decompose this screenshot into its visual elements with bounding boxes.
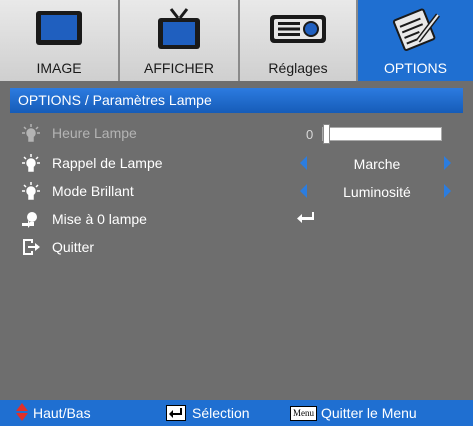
lamp-icon (20, 153, 42, 173)
tv-icon (120, 6, 238, 52)
enter-icon[interactable] (296, 211, 316, 230)
left-arrow-icon[interactable] (300, 184, 307, 198)
menu-item-label: Mise à 0 lampe (52, 211, 147, 227)
menu-item-label: Quitter (52, 239, 95, 255)
left-arrow-icon[interactable] (300, 156, 307, 170)
monitor-icon (0, 6, 118, 52)
footer-select-hint: Sélection (166, 400, 250, 426)
right-arrow-icon[interactable] (444, 184, 451, 198)
tab-label: Réglages (268, 60, 328, 76)
lamp-reset-icon (20, 209, 42, 229)
right-arrow-icon[interactable] (444, 156, 451, 170)
exit-icon (20, 237, 42, 257)
lamp-hours-value: 0 (306, 127, 314, 142)
lamp-hours-slider (322, 124, 442, 144)
footer-select-label: Sélection (192, 405, 250, 421)
projector-icon (240, 6, 356, 52)
menu-item-label: Rappel de Lampe (52, 155, 163, 171)
rappel-lampe-value: Marche (353, 156, 401, 172)
menu-item-label: Mode Brillant (52, 183, 134, 199)
enter-key-icon (166, 405, 186, 421)
menu-key-icon: Menu (290, 405, 317, 421)
lamp-icon (20, 181, 42, 201)
mode-brillant-value: Luminosité (343, 184, 411, 200)
tab-label: OPTIONS (383, 60, 447, 76)
footer-hint-bar: Haut/Bas Sélection Menu Quitter le Menu (0, 400, 473, 426)
tab-image[interactable]: IMAGE (0, 0, 120, 81)
footer-exit-label: Quitter le Menu (321, 405, 417, 421)
tab-bar: IMAGE AFFICHER Réglages OPTIONS (0, 0, 473, 81)
breadcrumb: OPTIONS / Paramètres Lampe (10, 88, 463, 113)
tab-label: AFFICHER (144, 60, 214, 76)
menu-item-mise-a-zero-lampe[interactable]: Mise à 0 lampe (20, 207, 460, 231)
tab-afficher[interactable]: AFFICHER (120, 0, 240, 81)
osd-menu: IMAGE AFFICHER Réglages OPTIONS OPTIONS … (0, 0, 473, 426)
tab-reglages[interactable]: Réglages (240, 0, 358, 81)
menu-item-label: Heure Lampe (52, 125, 137, 141)
menu-item-quitter[interactable]: Quitter (20, 235, 460, 259)
footer-exit-hint: Menu Quitter le Menu (290, 400, 417, 426)
up-down-icon (16, 402, 28, 424)
tab-label: IMAGE (36, 60, 82, 76)
footer-nav-hint: Haut/Bas (16, 400, 91, 426)
footer-nav-label: Haut/Bas (33, 405, 91, 421)
tab-options[interactable]: OPTIONS (358, 0, 473, 81)
lamp-icon (20, 123, 42, 143)
notepad-icon (358, 6, 473, 52)
slider-knob (323, 124, 330, 144)
